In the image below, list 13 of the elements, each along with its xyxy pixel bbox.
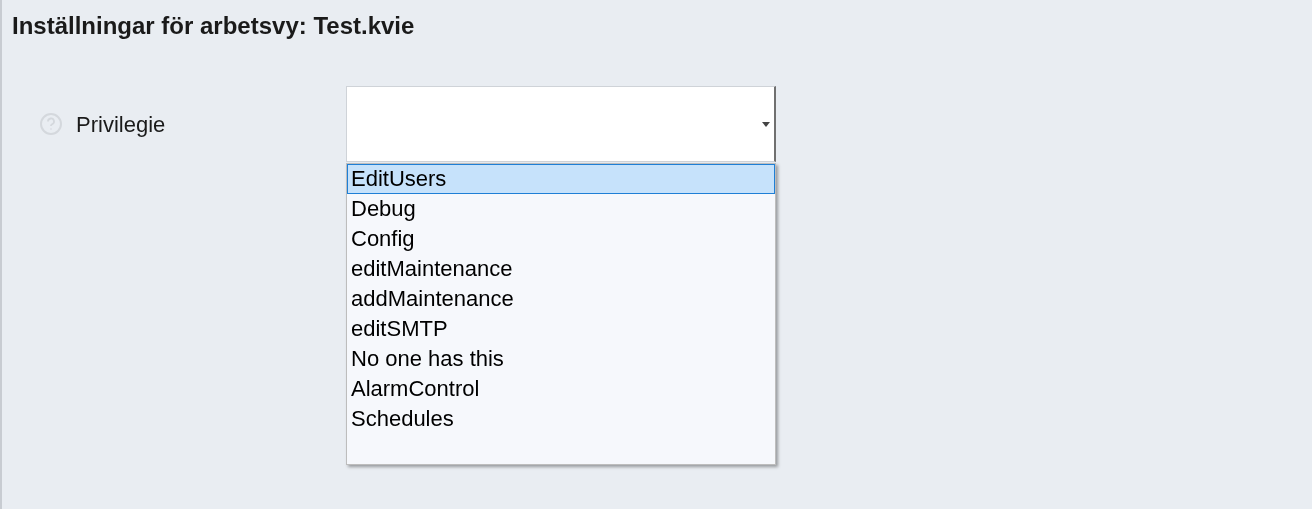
field-label: Privilegie — [76, 110, 166, 139]
dropdown-option[interactable]: editSMTP — [347, 314, 775, 344]
dropdown-option[interactable]: No one has this — [347, 344, 775, 374]
caret-icon — [762, 121, 770, 127]
dropdown-option[interactable]: editMaintenance — [347, 254, 775, 284]
dropdown-option[interactable]: Schedules — [347, 404, 775, 434]
dropdown-option[interactable]: Config — [347, 224, 775, 254]
dropdown-option[interactable]: Debug — [347, 194, 775, 224]
dropdown-option[interactable]: addMaintenance — [347, 284, 775, 314]
dropdown-option[interactable]: AlarmControl — [347, 374, 775, 404]
page-title: Inställningar för arbetsvy: Test.kvie — [12, 11, 415, 41]
privilege-select[interactable] — [346, 86, 776, 162]
dropdown-option[interactable]: EditUsers — [347, 164, 775, 194]
